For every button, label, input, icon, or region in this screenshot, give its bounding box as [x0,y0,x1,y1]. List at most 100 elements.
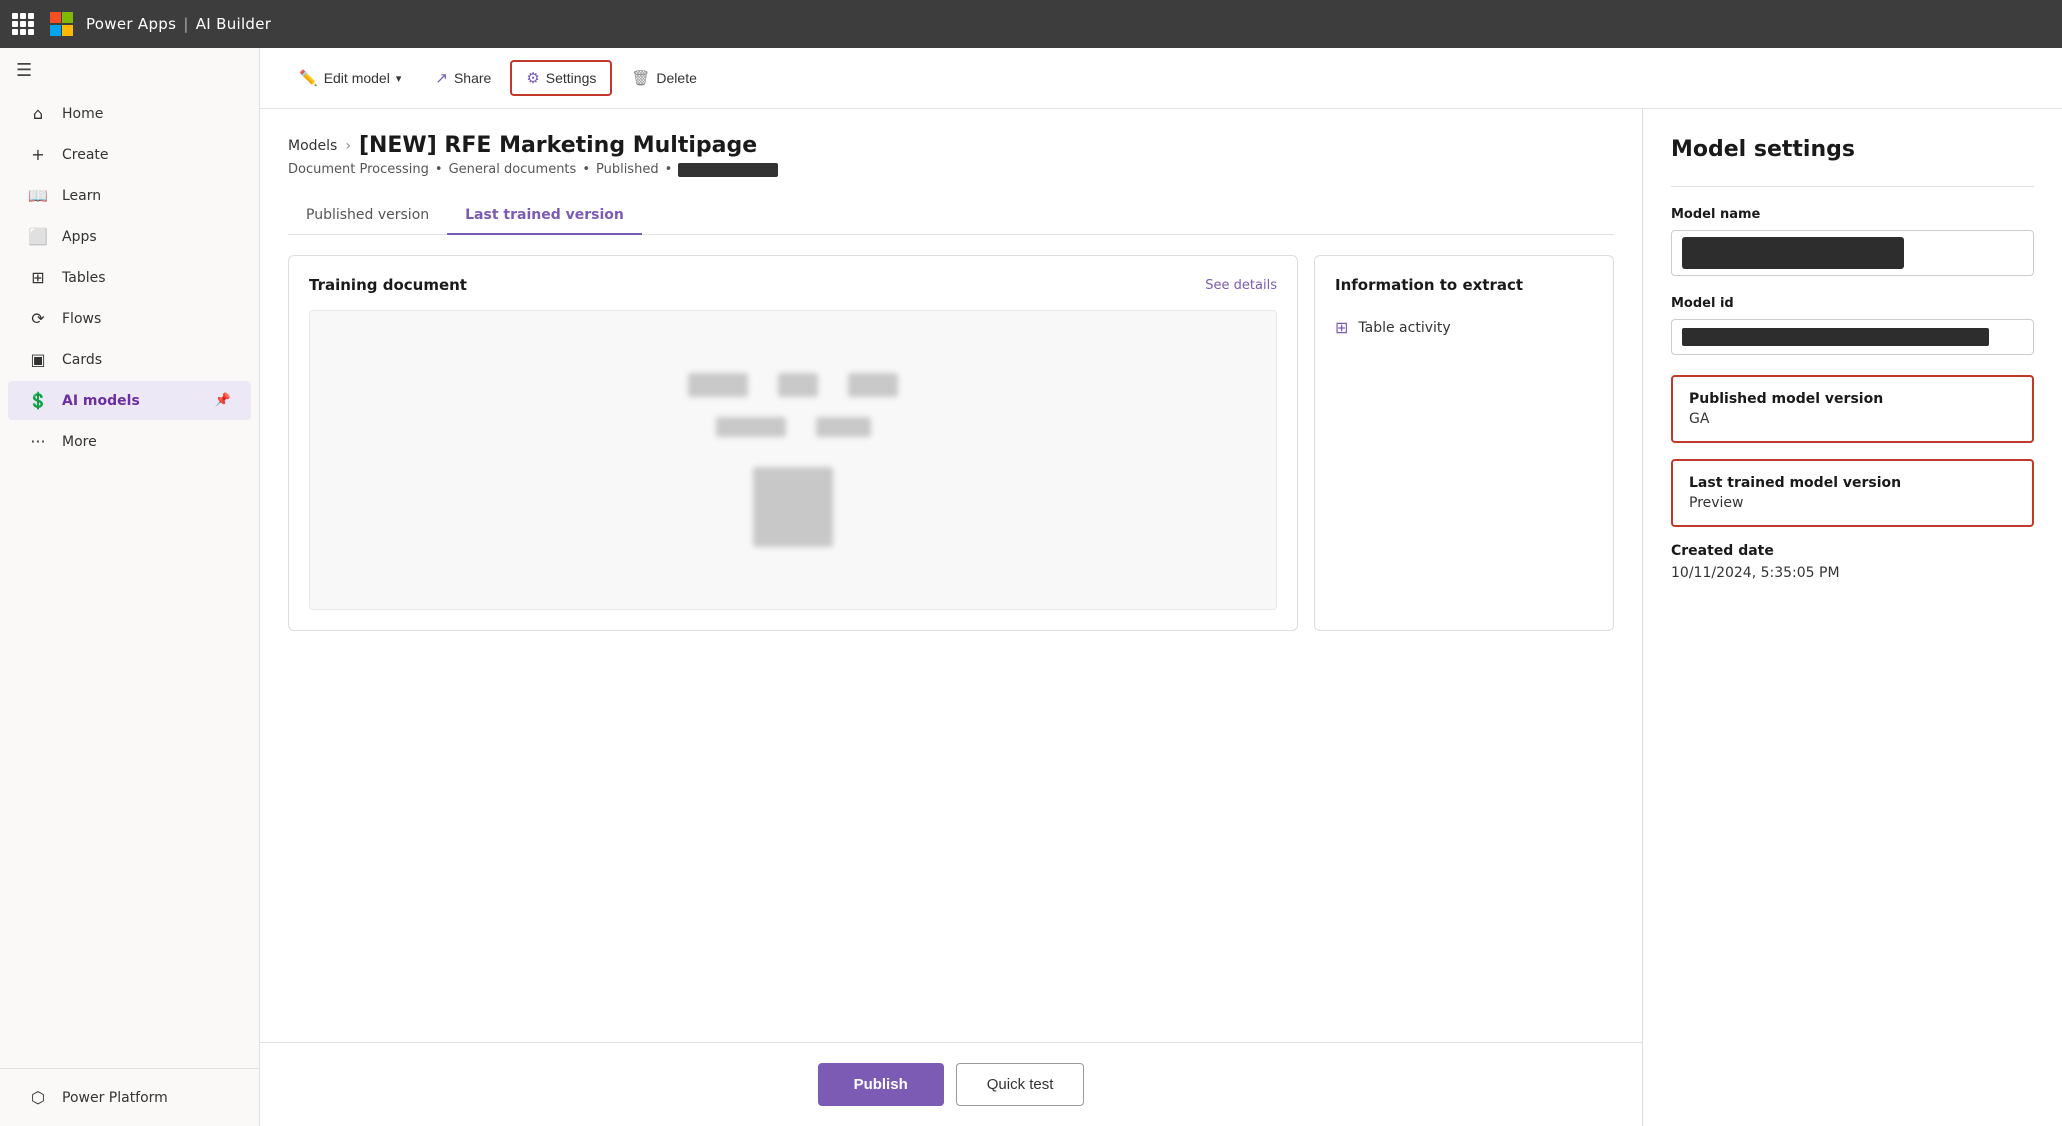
content-area: Models › [NEW] RFE Marketing Multipage D… [260,109,1642,1126]
sidebar-item-cards[interactable]: ▣ Cards [8,340,251,379]
blur-block-3 [848,373,898,397]
blur-block-main [753,467,833,547]
page-content: Models › [NEW] RFE Marketing Multipage D… [260,109,1642,1042]
share-button[interactable]: ↗ Share [420,61,506,95]
tabs: Published version Last trained version [288,197,1614,235]
sidebar-label-power-platform: Power Platform [62,1090,168,1106]
blur-block-2 [778,373,818,397]
document-preview [309,310,1277,610]
subtitle-status: Published [596,162,659,177]
last-trained-version-label: Last trained model version [1689,475,2016,491]
tables-icon: ⊞ [28,268,48,287]
info-extract-panel: Information to extract ⊞ Table activity [1314,255,1614,631]
sidebar-label-cards: Cards [62,352,102,368]
model-id-redacted [1682,328,1989,346]
see-details-link[interactable]: See details [1205,278,1277,293]
sidebar-label-create: Create [62,147,109,163]
blur-block-1 [688,373,748,397]
waffle-menu[interactable] [12,13,34,35]
training-panel-header: Training document See details [309,276,1277,294]
model-settings-panel: Model settings Model name Model id [1642,109,2062,1126]
subtitle-category: General documents [449,162,577,177]
delete-button[interactable]: 🗑 Delete [616,61,712,95]
model-settings-title: Model settings [1671,137,2034,162]
create-icon: + [28,145,48,164]
breadcrumb-separator: › [345,138,351,154]
sidebar-bottom: ⬡ Power Platform [0,1068,259,1126]
last-trained-version-box: Last trained model version Preview [1671,459,2034,527]
home-icon: ⌂ [28,104,48,123]
breadcrumb-models-link[interactable]: Models [288,138,337,154]
sidebar: ☰ ⌂ Home + Create 📖 Learn ⬜ Apps ⊞ Table… [0,48,260,1126]
chevron-down-icon: ▾ [396,72,402,85]
settings-icon: ⚙ [526,69,539,87]
sidebar-item-apps[interactable]: ⬜ Apps [8,217,251,256]
table-icon: ⊞ [1335,318,1348,337]
quick-test-button[interactable]: Quick test [956,1063,1085,1106]
ai-models-icon: 💲 [28,391,48,410]
sidebar-item-flows[interactable]: ⟳ Flows [8,299,251,338]
blur-block-5 [816,417,871,437]
edit-model-label: Edit model [324,70,390,86]
tab-last-trained-version[interactable]: Last trained version [447,197,642,235]
delete-icon: 🗑 [631,69,650,87]
sidebar-label-tables: Tables [62,270,106,286]
blur-row-2 [716,417,871,437]
delete-label: Delete [656,70,696,86]
blur-row-1 [688,373,898,397]
action-bar: Publish Quick test [260,1042,1642,1126]
edit-model-button[interactable]: ✏️ Edit model ▾ [284,61,416,95]
settings-label: Settings [546,70,597,86]
created-date-value: 10/11/2024, 5:35:05 PM [1671,565,2034,581]
publish-button[interactable]: Publish [818,1063,944,1106]
share-label: Share [454,70,491,86]
learn-icon: 📖 [28,186,48,205]
breadcrumb: Models › [NEW] RFE Marketing Multipage [288,133,1614,158]
training-document-panel: Training document See details [288,255,1298,631]
toolbar: ✏️ Edit model ▾ ↗ Share ⚙ Settings 🗑 Del… [260,48,2062,109]
microsoft-logo [50,12,74,36]
extract-item-table-activity: ⊞ Table activity [1335,310,1593,345]
blur-block-4 [716,417,786,437]
subtitle-redacted-id [678,163,778,177]
sidebar-label-more: More [62,434,97,450]
sidebar-label-ai-models: AI models [62,393,140,409]
settings-divider [1671,186,2034,187]
extract-item-label: Table activity [1358,320,1450,336]
model-name-input-wrapper [1671,230,2034,276]
sidebar-item-more[interactable]: ··· More [8,422,251,461]
info-extract-title: Information to extract [1335,276,1593,294]
topbar: Power Apps | AI Builder [0,0,2062,48]
published-version-value: GA [1689,411,2016,427]
apps-icon: ⬜ [28,227,48,246]
panels-row: Training document See details [288,255,1614,631]
sidebar-item-power-platform[interactable]: ⬡ Power Platform [8,1078,251,1117]
model-name-redacted [1682,237,1904,269]
main-layout: ☰ ⌂ Home + Create 📖 Learn ⬜ Apps ⊞ Table… [0,48,2062,1126]
sidebar-label-flows: Flows [62,311,101,327]
model-id-box [1671,319,2034,355]
cards-icon: ▣ [28,350,48,369]
more-icon: ··· [28,432,48,451]
sidebar-item-tables[interactable]: ⊞ Tables [8,258,251,297]
model-name-label: Model name [1671,207,2034,222]
sidebar-item-create[interactable]: + Create [8,135,251,174]
last-trained-version-value: Preview [1689,495,2016,511]
pin-icon: 📌 [215,393,231,408]
published-version-label: Published model version [1689,391,2016,407]
model-id-label: Model id [1671,296,2034,311]
page-title: [NEW] RFE Marketing Multipage [359,133,757,158]
settings-button[interactable]: ⚙ Settings [510,60,612,96]
tab-published-version[interactable]: Published version [288,197,447,235]
sidebar-label-learn: Learn [62,188,101,204]
sidebar-label-apps: Apps [62,229,97,245]
model-id-field: Model id [1671,296,2034,355]
sidebar-item-home[interactable]: ⌂ Home [8,94,251,133]
sidebar-item-ai-models[interactable]: 💲 AI models 📌 [8,381,251,420]
sidebar-item-learn[interactable]: 📖 Learn [8,176,251,215]
flows-icon: ⟳ [28,309,48,328]
doc-blur-content [310,353,1276,567]
sidebar-label-home: Home [62,106,103,122]
sidebar-toggle[interactable]: ☰ [0,48,259,93]
subtitle-type: Document Processing [288,162,429,177]
